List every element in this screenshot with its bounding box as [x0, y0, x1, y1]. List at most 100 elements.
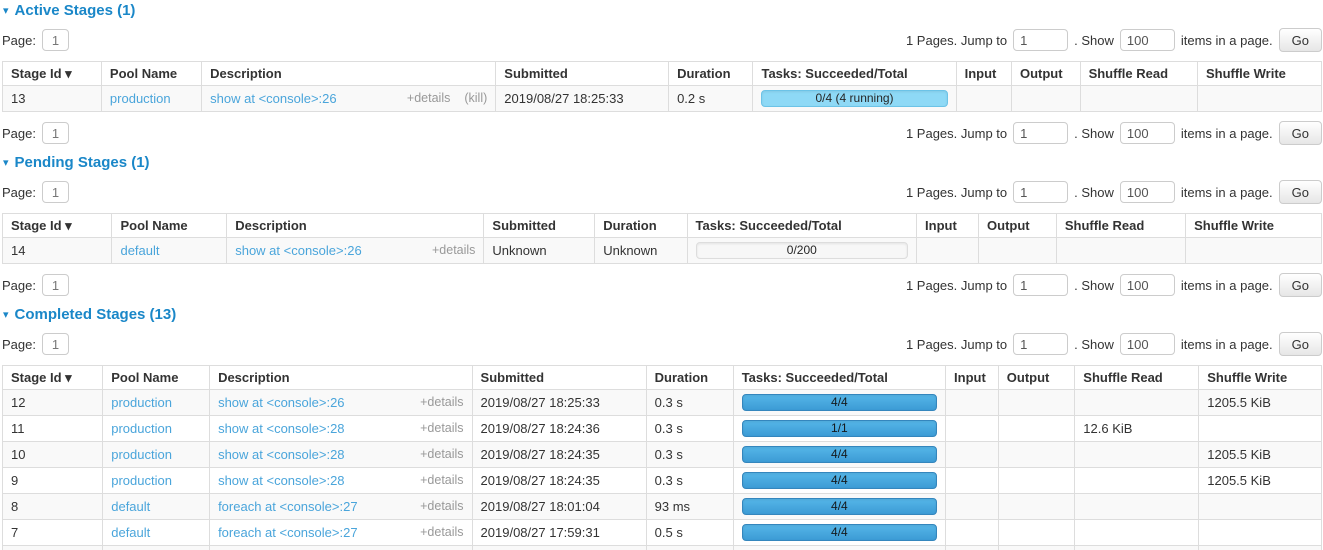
column-header-submitted[interactable]: Submitted — [484, 214, 595, 238]
column-header-output[interactable]: Output — [998, 366, 1075, 390]
column-header-submitted[interactable]: Submitted — [472, 366, 646, 390]
jump-to-page-input[interactable] — [1013, 122, 1068, 144]
items-per-page-input[interactable] — [1120, 274, 1175, 296]
column-header-shuffle-read[interactable]: Shuffle Read — [1080, 62, 1197, 86]
column-header-duration[interactable]: Duration — [646, 366, 733, 390]
page-label: Page: — [2, 337, 36, 352]
stage-description-link[interactable]: show at <console>:26 — [235, 243, 361, 258]
column-header-description[interactable]: Description — [227, 214, 484, 238]
tasks-progress-cell: 1/1 — [733, 416, 945, 442]
page-number-input[interactable] — [42, 181, 69, 203]
column-header-shuffle-write[interactable]: Shuffle Write — [1186, 214, 1322, 238]
duration-cell: 64 ms — [646, 546, 733, 550]
show-text: . Show — [1074, 33, 1114, 48]
column-header-input[interactable]: Input — [946, 366, 999, 390]
column-header-input[interactable]: Input — [956, 62, 1011, 86]
page-number-input[interactable] — [42, 29, 69, 51]
column-header-pool-name[interactable]: Pool Name — [112, 214, 227, 238]
jump-to-page-input[interactable] — [1013, 333, 1068, 355]
input-cell — [917, 238, 979, 264]
page-label: Page: — [2, 278, 36, 293]
collapse-caret-icon: ▾ — [3, 155, 9, 171]
pool-name-link[interactable]: production — [111, 447, 172, 462]
column-header-tasks-succeeded-total[interactable]: Tasks: Succeeded/Total — [733, 366, 945, 390]
details-toggle[interactable]: +details — [407, 91, 450, 106]
stage-description-link[interactable]: foreach at <console>:27 — [218, 525, 358, 540]
tasks-progress-bar: 4/4 — [742, 394, 937, 411]
tasks-progress-bar: 4/4 — [742, 472, 937, 489]
column-header-output[interactable]: Output — [979, 214, 1057, 238]
shuffle-read-cell — [1056, 238, 1185, 264]
output-cell — [1011, 86, 1080, 112]
stage-description-link[interactable]: show at <console>:28 — [218, 421, 344, 436]
stage-row: 7defaultforeach at <console>:27+details2… — [3, 520, 1322, 546]
stage-id-cell: 13 — [3, 86, 102, 112]
stage-id-cell: 7 — [3, 520, 103, 546]
kill-link[interactable]: (kill) — [464, 91, 487, 106]
pool-name-link[interactable]: default — [120, 243, 159, 258]
column-header-duration[interactable]: Duration — [595, 214, 687, 238]
pool-name-link[interactable]: production — [110, 91, 171, 106]
column-header-pool-name[interactable]: Pool Name — [101, 62, 201, 86]
details-toggle[interactable]: +details — [432, 243, 475, 258]
details-toggle[interactable]: +details — [420, 473, 463, 488]
column-header-output[interactable]: Output — [1011, 62, 1080, 86]
column-header-stage-id[interactable]: Stage Id ▾ — [3, 214, 112, 238]
column-header-shuffle-write[interactable]: Shuffle Write — [1197, 62, 1321, 86]
details-toggle[interactable]: +details — [420, 395, 463, 410]
column-header-tasks-succeeded-total[interactable]: Tasks: Succeeded/Total — [687, 214, 917, 238]
pending-stages-collapse-header[interactable]: ▾ Pending Stages (1) — [3, 154, 1322, 171]
jump-to-page-input[interactable] — [1013, 274, 1068, 296]
details-toggle[interactable]: +details — [420, 421, 463, 436]
details-toggle[interactable]: +details — [420, 525, 463, 540]
stage-description-link[interactable]: show at <console>:26 — [210, 91, 336, 106]
details-toggle[interactable]: +details — [420, 447, 463, 462]
column-header-stage-id[interactable]: Stage Id ▾ — [3, 366, 103, 390]
column-header-stage-id[interactable]: Stage Id ▾ — [3, 62, 102, 86]
page-number-input[interactable] — [42, 333, 69, 355]
pool-name-link[interactable]: default — [111, 499, 150, 514]
go-button[interactable]: Go — [1279, 273, 1322, 297]
page-number-input[interactable] — [42, 122, 69, 144]
go-button[interactable]: Go — [1279, 121, 1322, 145]
details-toggle[interactable]: +details — [420, 499, 463, 514]
completed-stages-collapse-header[interactable]: ▾ Completed Stages (13) — [3, 306, 1322, 323]
output-cell — [998, 546, 1075, 550]
go-button[interactable]: Go — [1279, 332, 1322, 356]
items-per-page-input[interactable] — [1120, 181, 1175, 203]
column-header-pool-name[interactable]: Pool Name — [103, 366, 210, 390]
items-per-page-input[interactable] — [1120, 122, 1175, 144]
column-header-description[interactable]: Description — [210, 366, 472, 390]
column-header-shuffle-write[interactable]: Shuffle Write — [1199, 366, 1322, 390]
pool-name-link[interactable]: production — [111, 421, 172, 436]
stage-description-link[interactable]: show at <console>:26 — [218, 395, 344, 410]
jump-to-page-input[interactable] — [1013, 181, 1068, 203]
tasks-progress-cell: 0/200 — [687, 238, 917, 264]
page-number-input[interactable] — [42, 274, 69, 296]
input-cell — [946, 442, 999, 468]
submitted-cell: 2019/08/27 18:01:04 — [472, 494, 646, 520]
active-stages-collapse-header[interactable]: ▾ Active Stages (1) — [3, 2, 1322, 19]
go-button[interactable]: Go — [1279, 180, 1322, 204]
stage-description-link[interactable]: show at <console>:28 — [218, 473, 344, 488]
column-header-shuffle-read[interactable]: Shuffle Read — [1075, 366, 1199, 390]
pool-name-link[interactable]: production — [111, 395, 172, 410]
description-cell: foreach at <console>:27 +details — [210, 494, 472, 520]
jump-to-page-input[interactable] — [1013, 29, 1068, 51]
items-text: items in a page. — [1181, 337, 1273, 352]
column-header-shuffle-read[interactable]: Shuffle Read — [1056, 214, 1185, 238]
column-header-submitted[interactable]: Submitted — [496, 62, 669, 86]
go-button[interactable]: Go — [1279, 28, 1322, 52]
stage-description-link[interactable]: foreach at <console>:27 — [218, 499, 358, 514]
pool-name-link[interactable]: default — [111, 525, 150, 540]
items-per-page-input[interactable] — [1120, 333, 1175, 355]
column-header-input[interactable]: Input — [917, 214, 979, 238]
stage-description-link[interactable]: show at <console>:28 — [218, 447, 344, 462]
column-header-description[interactable]: Description — [202, 62, 496, 86]
column-header-tasks-succeeded-total[interactable]: Tasks: Succeeded/Total — [753, 62, 956, 86]
pool-name-link[interactable]: production — [111, 473, 172, 488]
column-header-duration[interactable]: Duration — [669, 62, 753, 86]
items-text: items in a page. — [1181, 278, 1273, 293]
items-per-page-input[interactable] — [1120, 29, 1175, 51]
pagination-bar: Page: 1 Pages. Jump to . Show items in a… — [2, 180, 1322, 204]
